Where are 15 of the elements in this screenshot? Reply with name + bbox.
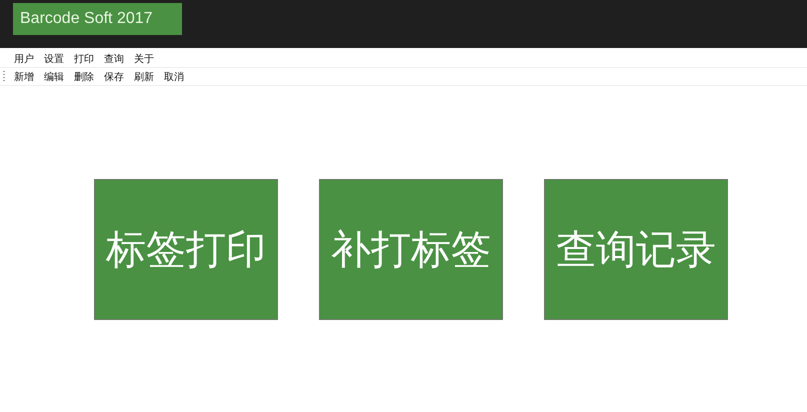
toolbar-button[interactable]: 刷新	[134, 70, 154, 84]
menu-item[interactable]: 打印	[74, 52, 94, 66]
tile-button[interactable]: 查询记录	[544, 179, 728, 320]
menu-item[interactable]: 查询	[104, 52, 124, 66]
tile-button[interactable]: 补打标签	[319, 179, 503, 320]
menu-item[interactable]: 设置	[44, 52, 64, 66]
tile-button[interactable]: 标签打印	[94, 179, 278, 320]
toolbar-button[interactable]: 编辑	[44, 70, 64, 84]
toolbar-button[interactable]: 新增	[14, 70, 34, 84]
toolbar-button[interactable]: 删除	[74, 70, 94, 84]
menu-item[interactable]: 关于	[134, 52, 154, 66]
toolbar-button[interactable]: 保存	[104, 70, 124, 84]
menu-item[interactable]: 用户	[14, 52, 34, 66]
window-title: Barcode Soft 2017	[13, 3, 182, 35]
toolbar-button[interactable]: 取消	[164, 70, 184, 84]
